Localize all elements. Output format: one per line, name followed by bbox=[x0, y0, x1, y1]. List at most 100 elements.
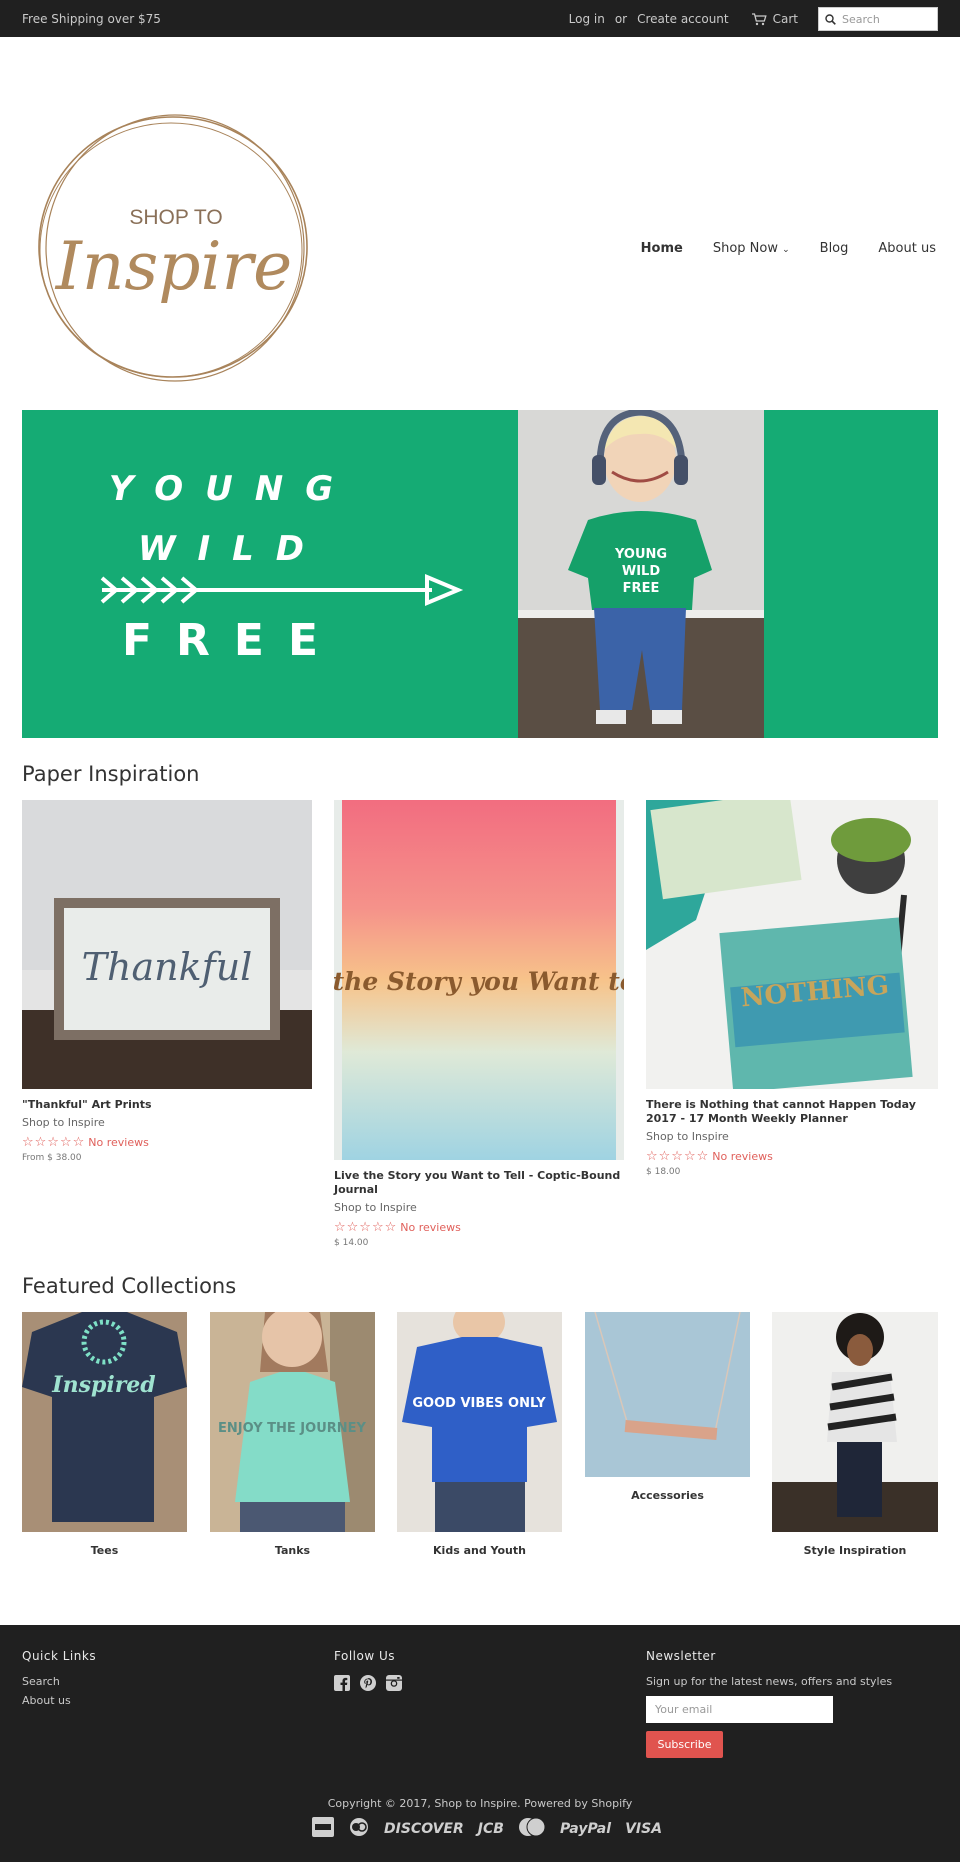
paper-section-title: Paper Inspiration bbox=[22, 762, 200, 786]
collection-image-kids[interactable]: GOOD VIBES ONLY bbox=[397, 1300, 562, 1532]
reviews-text: No reviews bbox=[88, 1136, 149, 1149]
search-box[interactable] bbox=[818, 7, 938, 31]
reviews-text: No reviews bbox=[712, 1150, 773, 1163]
tank-print-text: ENJOY THE JOURNEY bbox=[218, 1421, 366, 1436]
quick-links: Quick Links Search About us bbox=[22, 1649, 96, 1707]
featured-section-title: Featured Collections bbox=[22, 1274, 237, 1298]
cart-link[interactable]: Cart bbox=[751, 12, 798, 26]
tee-print-text: Inspired bbox=[51, 1372, 155, 1398]
product-price: $ 18.00 bbox=[646, 1167, 681, 1177]
collection-name[interactable]: Tees bbox=[22, 1544, 187, 1557]
collection-image-style[interactable] bbox=[772, 1312, 938, 1532]
collection-card[interactable]: GOOD VIBES ONLY Kids and Youth bbox=[397, 1300, 562, 1557]
product-reviews: ☆☆☆☆☆ No reviews bbox=[334, 1220, 624, 1235]
nav-blog[interactable]: Blog bbox=[820, 241, 849, 256]
collection-card[interactable]: Inspired Tees bbox=[22, 1312, 187, 1557]
journal-art-text: Live the Story you Want to tell bbox=[334, 967, 624, 996]
collection-card[interactable]: Style Inspiration bbox=[772, 1312, 938, 1557]
collection-name[interactable]: Kids and Youth bbox=[397, 1544, 562, 1557]
account-links: Log in or Create account Cart bbox=[569, 7, 938, 31]
nav-about-us[interactable]: About us bbox=[878, 241, 936, 256]
star-rating-icon: ☆☆☆☆☆ bbox=[334, 1220, 398, 1235]
or-text: or bbox=[614, 12, 628, 26]
shirt-line-1: YOUNG bbox=[614, 547, 667, 562]
visa-icon: VISA bbox=[625, 1821, 663, 1837]
subscribe-button[interactable]: Subscribe bbox=[646, 1731, 723, 1758]
nav-shop-now[interactable]: Shop Now ⌄ bbox=[713, 241, 790, 256]
product-vendor: Shop to Inspire bbox=[646, 1130, 729, 1143]
reviews-text: No reviews bbox=[400, 1221, 461, 1234]
collection-card[interactable]: ENJOY THE JOURNEY Tanks bbox=[210, 1307, 375, 1557]
cart-icon bbox=[751, 12, 767, 25]
search-icon[interactable] bbox=[825, 13, 836, 25]
discover-icon: DISCOVER bbox=[384, 1821, 464, 1837]
product-card[interactable]: NOTHING There is Nothing that cannot Hap… bbox=[646, 800, 938, 1177]
site-footer: Quick Links Search About us Follow Us Ne… bbox=[0, 1625, 960, 1862]
create-account-link[interactable]: Create account bbox=[637, 12, 729, 26]
site-header: SHOP TO Inspire Home Shop Now ⌄ Blog Abo… bbox=[0, 37, 960, 425]
chevron-down-icon: ⌄ bbox=[782, 245, 790, 255]
top-bar: Free Shipping over $75 Log in or Create … bbox=[0, 0, 960, 37]
nav-shop-now-label: Shop Now bbox=[712, 241, 778, 256]
main-nav: Home Shop Now ⌄ Blog About us bbox=[641, 241, 936, 256]
product-vendor: Shop to Inspire bbox=[334, 1201, 417, 1214]
product-title[interactable]: "Thankful" Art Prints bbox=[22, 1098, 312, 1112]
shop-logo[interactable]: SHOP TO Inspire bbox=[34, 109, 312, 387]
footer-link-about[interactable]: About us bbox=[22, 1694, 96, 1707]
hero-line-young: YOUNG bbox=[109, 469, 355, 509]
product-price: $ 14.00 bbox=[334, 1238, 369, 1248]
logo-circle: SHOP TO Inspire bbox=[38, 114, 308, 382]
payment-icons: DISCOVER JCB PayPal VISA bbox=[312, 1817, 662, 1841]
thankful-art-text: Thankful bbox=[82, 945, 253, 989]
collection-image-tanks[interactable]: ENJOY THE JOURNEY bbox=[210, 1307, 375, 1532]
product-image-planner[interactable]: NOTHING bbox=[646, 800, 938, 1089]
jcb-icon: JCB bbox=[477, 1821, 504, 1837]
collection-name[interactable]: Style Inspiration bbox=[772, 1544, 938, 1557]
product-price: From $ 38.00 bbox=[22, 1153, 82, 1163]
search-input[interactable] bbox=[842, 12, 932, 26]
newsletter-text: Sign up for the latest news, offers and … bbox=[646, 1675, 893, 1688]
hero-line-wild: WILD bbox=[138, 529, 326, 569]
free-shipping-text: Free Shipping over $75 bbox=[22, 12, 161, 26]
follow-us: Follow Us bbox=[334, 1649, 402, 1691]
instagram-icon[interactable] bbox=[386, 1675, 402, 1691]
product-title[interactable]: Live the Story you Want to Tell - Coptic… bbox=[334, 1169, 624, 1197]
collection-image-accessories[interactable] bbox=[585, 1311, 750, 1477]
product-reviews: ☆☆☆☆☆ No reviews bbox=[646, 1149, 938, 1164]
nav-home[interactable]: Home bbox=[641, 241, 683, 256]
product-card[interactable]: Live the Story you Want to tell Live the… bbox=[334, 800, 624, 1248]
login-link[interactable]: Log in bbox=[569, 12, 605, 26]
quick-links-title: Quick Links bbox=[22, 1649, 97, 1663]
collection-name[interactable]: Tanks bbox=[210, 1544, 375, 1557]
pinterest-icon[interactable] bbox=[360, 1675, 376, 1691]
product-title[interactable]: There is Nothing that cannot Happen Toda… bbox=[646, 1098, 938, 1126]
product-image-thankful[interactable]: Thankful bbox=[22, 800, 312, 1089]
diners-club-icon bbox=[348, 1817, 370, 1841]
cart-label: Cart bbox=[772, 12, 798, 26]
product-reviews: ☆☆☆☆☆ No reviews bbox=[22, 1135, 312, 1150]
collection-name[interactable]: Accessories bbox=[585, 1489, 750, 1502]
follow-us-title: Follow Us bbox=[334, 1649, 395, 1663]
hero-artwork: YOUNG WILD FREE YOUNG WILD FREE bbox=[22, 410, 938, 738]
amex-icon bbox=[312, 1817, 334, 1841]
facebook-icon[interactable] bbox=[334, 1675, 350, 1691]
shirt-line-2: WILD bbox=[622, 564, 660, 579]
paypal-icon: PayPal bbox=[559, 1821, 612, 1837]
star-rating-icon: ☆☆☆☆☆ bbox=[22, 1135, 86, 1150]
logo-main-text: Inspire bbox=[55, 228, 292, 305]
product-vendor: Shop to Inspire bbox=[22, 1116, 105, 1129]
social-icons bbox=[334, 1675, 402, 1691]
newsletter: Newsletter Sign up for the latest news, … bbox=[646, 1649, 892, 1758]
newsletter-title: Newsletter bbox=[646, 1649, 716, 1663]
star-rating-icon: ☆☆☆☆☆ bbox=[646, 1149, 710, 1164]
collection-image-tees[interactable]: Inspired bbox=[22, 1312, 187, 1532]
mastercard-icon bbox=[518, 1817, 546, 1841]
product-image-journal[interactable]: Live the Story you Want to tell bbox=[334, 800, 624, 1160]
newsletter-email-input[interactable] bbox=[646, 1696, 833, 1723]
footer-link-search[interactable]: Search bbox=[22, 1675, 96, 1688]
collection-card[interactable]: Accessories bbox=[585, 1311, 750, 1502]
product-card[interactable]: Thankful "Thankful" Art Prints Shop to I… bbox=[22, 800, 312, 1163]
kids-print-text: GOOD VIBES ONLY bbox=[412, 1396, 546, 1411]
logo-top-text: SHOP TO bbox=[129, 206, 222, 229]
hero-banner[interactable]: YOUNG WILD FREE YOUNG WILD FREE bbox=[22, 410, 938, 738]
